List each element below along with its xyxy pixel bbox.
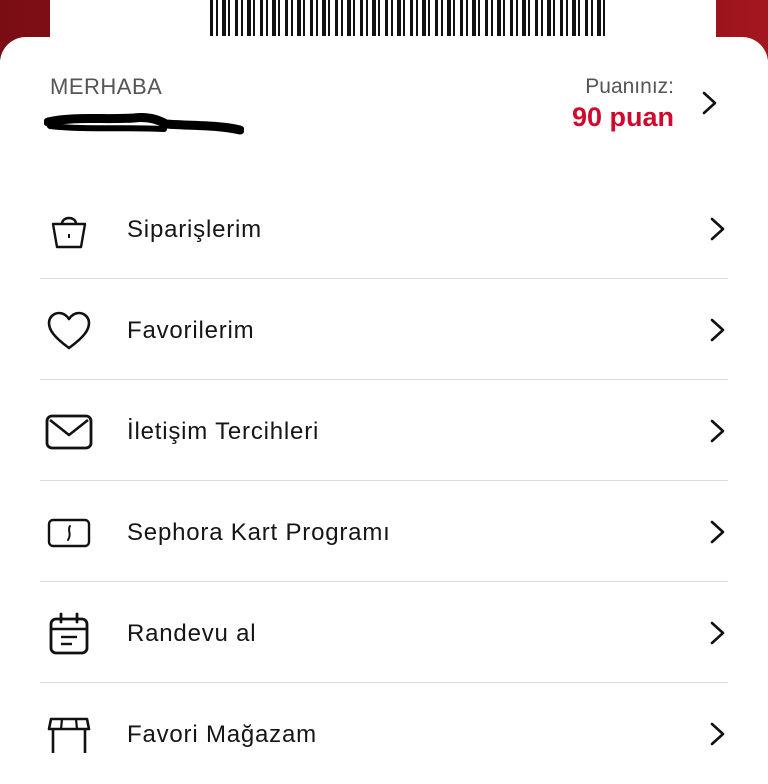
account-menu: Siparişlerim Favorilerim İletişim Tercih… xyxy=(0,178,768,784)
heart-icon xyxy=(45,307,93,355)
menu-item-label: Sephora Kart Programı xyxy=(127,519,391,546)
menu-item-favorites[interactable]: Favorilerim xyxy=(0,279,768,380)
store-icon xyxy=(45,711,93,759)
points-label: Puanınız: xyxy=(585,75,674,98)
chevron-right-icon xyxy=(710,621,725,645)
menu-item-orders[interactable]: Siparişlerim xyxy=(0,178,768,279)
chevron-right-icon xyxy=(710,217,725,241)
chevron-right-icon xyxy=(710,520,725,544)
menu-item-label: Siparişlerim xyxy=(127,216,262,243)
barcode-area xyxy=(50,0,716,40)
envelope-icon xyxy=(45,408,93,456)
menu-item-label: Randevu al xyxy=(127,620,257,647)
redacted-user-name xyxy=(44,113,244,135)
barcode xyxy=(210,0,610,36)
chevron-right-icon xyxy=(710,419,725,443)
greeting-label: MERHABA xyxy=(50,74,163,99)
chevron-right-icon xyxy=(710,318,725,342)
menu-item-label: İletişim Tercihleri xyxy=(127,418,320,445)
menu-item-label: Favori Mağazam xyxy=(127,721,317,748)
points-value[interactable]: 90 puan xyxy=(572,102,674,133)
menu-item-label: Favorilerim xyxy=(127,317,255,344)
chevron-right-icon xyxy=(710,722,725,746)
menu-item-contact-preferences[interactable]: İletişim Tercihleri xyxy=(0,380,768,481)
menu-item-favorite-store[interactable]: Favori Mağazam xyxy=(0,683,768,784)
shopping-bag-icon xyxy=(45,206,93,254)
chevron-right-icon[interactable] xyxy=(696,88,724,118)
menu-item-appointment[interactable]: Randevu al xyxy=(0,582,768,683)
menu-item-sephora-card[interactable]: Sephora Kart Programı xyxy=(0,481,768,582)
calendar-icon xyxy=(45,610,93,658)
card-icon xyxy=(45,509,93,557)
